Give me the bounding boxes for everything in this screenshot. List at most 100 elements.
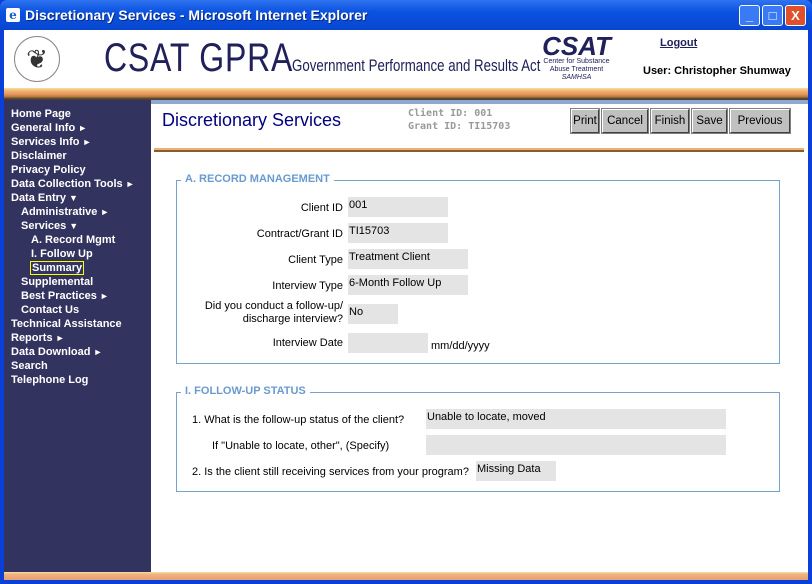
follow-up-status-section: I. FOLLOW-UP STATUS 1. What is the follo… bbox=[176, 385, 780, 492]
blue-divider bbox=[151, 100, 808, 104]
sidebar-item-label: Services bbox=[21, 220, 67, 232]
sidebar-item-data-collection-tools[interactable]: Data Collection Tools ► bbox=[11, 178, 135, 190]
sidebar-item-label: Contact Us bbox=[21, 304, 80, 316]
sidebar-item-label: Reports bbox=[11, 332, 53, 344]
csat-logo-name: CSAT bbox=[542, 31, 611, 61]
grant-id-info: Grant ID: TI15703 bbox=[408, 121, 511, 132]
brand-subtitle: Government Performance and Results Act bbox=[292, 56, 541, 75]
sidebar-item-telephone-log[interactable]: Telephone Log bbox=[11, 374, 88, 386]
grant-id-field[interactable]: TI15703 bbox=[348, 223, 448, 243]
sidebar-item-i-follow-up[interactable]: I. Follow Up bbox=[31, 248, 93, 260]
conducted-field[interactable]: No bbox=[348, 304, 398, 324]
sidebar-item-data-entry[interactable]: Data Entry ▼ bbox=[11, 192, 78, 204]
client-id-label: Client ID bbox=[300, 202, 343, 214]
submenu-arrow-icon: ► bbox=[55, 333, 65, 343]
sidebar-item-label: Best Practices bbox=[21, 290, 97, 302]
specify-field[interactable] bbox=[426, 435, 726, 455]
cancel-button[interactable]: Cancel bbox=[601, 108, 649, 134]
expanded-arrow-icon: ▼ bbox=[69, 221, 79, 231]
submenu-arrow-icon: ► bbox=[82, 137, 92, 147]
ie-icon: e bbox=[6, 8, 20, 22]
q1-label: 1. What is the follow-up status of the c… bbox=[192, 414, 405, 426]
interview-type-field[interactable]: 6-Month Follow Up bbox=[348, 275, 468, 295]
client-type-field[interactable]: Treatment Client bbox=[348, 249, 468, 269]
sidebar-item-general-info[interactable]: General Info ► bbox=[11, 122, 87, 134]
label-line: Did you conduct a follow-up/ bbox=[204, 300, 343, 312]
sidebar-item-label: Disclaimer bbox=[11, 150, 67, 162]
csat-logo-line: Abuse Treatment bbox=[549, 66, 604, 73]
window-title: Discretionary Services - Microsoft Inter… bbox=[25, 7, 368, 23]
sidebar-item-services-info[interactable]: Services Info ► bbox=[11, 136, 91, 148]
minimize-button[interactable]: _ bbox=[739, 5, 760, 26]
label-line: discharge interview? bbox=[242, 313, 343, 325]
footer-divider bbox=[4, 572, 808, 580]
interview-date-field[interactable] bbox=[348, 333, 428, 353]
record-management-section: A. RECORD MANAGEMENT Client ID 001 Contr… bbox=[176, 173, 780, 364]
save-button[interactable]: Save bbox=[691, 108, 728, 134]
sidebar-item-summary[interactable]: Summary bbox=[29, 261, 85, 275]
site-header: ❦ CSAT GPRA Government Performance and R… bbox=[4, 30, 808, 88]
sidebar-item-data-download[interactable]: Data Download ► bbox=[11, 346, 102, 358]
sidebar-item-services[interactable]: Services ▼ bbox=[21, 220, 78, 232]
sidebar-item-home-page[interactable]: Home Page bbox=[11, 108, 71, 120]
sidebar-item-disclaimer[interactable]: Disclaimer bbox=[11, 150, 67, 162]
sidebar-item-administrative[interactable]: Administrative ► bbox=[21, 206, 109, 218]
expanded-arrow-icon: ▼ bbox=[69, 193, 78, 203]
interview-date-label: Interview Date bbox=[272, 337, 343, 349]
csat-logo-line: SAMHSA bbox=[561, 74, 592, 81]
page-title: Discretionary Services bbox=[162, 110, 342, 130]
grant-id-label: Contract/Grant ID bbox=[256, 228, 343, 240]
sidebar-item-supplemental[interactable]: Supplemental bbox=[21, 276, 93, 288]
sidebar-item-contact-us[interactable]: Contact Us bbox=[21, 304, 79, 316]
q1b-label: If "Unable to locate, other", (Specify) bbox=[212, 440, 390, 452]
submenu-arrow-icon: ► bbox=[125, 179, 135, 189]
submenu-arrow-icon: ► bbox=[78, 123, 88, 133]
sidebar-item-label: Data Download bbox=[11, 346, 91, 358]
sidebar-item-technical-assistance[interactable]: Technical Assistance bbox=[11, 318, 122, 330]
header-divider bbox=[4, 88, 808, 100]
sidebar-item-search[interactable]: Search bbox=[11, 360, 48, 372]
finish-button[interactable]: Finish bbox=[650, 108, 690, 134]
client-id-info: Client ID: 001 bbox=[408, 108, 493, 119]
csat-logo-line: Center for Substance bbox=[543, 58, 610, 65]
sidebar-item-label: Administrative bbox=[21, 206, 98, 218]
user-label: User: Christopher Shumway bbox=[643, 65, 791, 77]
brand-title: CSAT GPRA bbox=[104, 36, 294, 80]
hhs-seal-logo: ❦ bbox=[14, 36, 60, 82]
sidebar-item-label: Services Info bbox=[11, 136, 80, 148]
print-button[interactable]: Print bbox=[570, 108, 600, 134]
sidebar-item-label: Supplemental bbox=[21, 276, 94, 288]
sidebar-item-label: General Info bbox=[11, 122, 76, 134]
sidebar-item-reports[interactable]: Reports ► bbox=[11, 332, 64, 344]
sidebar-item-privacy-policy[interactable]: Privacy Policy bbox=[11, 164, 86, 176]
conducted-label: Did you conduct a follow-up/discharge in… bbox=[205, 300, 343, 326]
section-legend: A. RECORD MANAGEMENT bbox=[181, 173, 334, 185]
client-type-label: Client Type bbox=[288, 254, 343, 266]
interview-type-label: Interview Type bbox=[272, 280, 343, 292]
submenu-arrow-icon: ► bbox=[99, 291, 109, 301]
sidebar-item-label: Data Collection Tools bbox=[11, 178, 123, 190]
sidebar-item-label: Telephone Log bbox=[11, 374, 89, 386]
sidebar-item-label: A. Record Mgmt bbox=[31, 234, 116, 246]
receiving-services-field[interactable]: Missing Data bbox=[476, 461, 556, 481]
submenu-arrow-icon: ► bbox=[100, 207, 110, 217]
title-bar: e Discretionary Services - Microsoft Int… bbox=[0, 0, 812, 30]
follow-up-status-field[interactable]: Unable to locate, moved bbox=[426, 409, 726, 429]
sidebar-item-label: Data Entry bbox=[11, 192, 67, 204]
sidebar-item-best-practices[interactable]: Best Practices ► bbox=[21, 290, 109, 302]
client-id-field[interactable]: 001 bbox=[348, 197, 448, 217]
submenu-arrow-icon: ► bbox=[93, 347, 103, 357]
previous-button[interactable]: Previous bbox=[729, 108, 791, 134]
close-button[interactable]: X bbox=[785, 5, 806, 26]
sidebar-item-a-record-mgmt[interactable]: A. Record Mgmt bbox=[31, 234, 115, 246]
sidebar-item-label: Technical Assistance bbox=[11, 318, 122, 330]
date-format-hint: mm/dd/yyyy bbox=[431, 340, 490, 352]
q2-label: 2. Is the client still receiving service… bbox=[192, 466, 469, 478]
sidebar-item-label: Home Page bbox=[11, 108, 71, 120]
browser-content: ❦ CSAT GPRA Government Performance and R… bbox=[4, 30, 808, 580]
sidebar-item-label: Privacy Policy bbox=[11, 164, 86, 176]
sidebar-item-label: I. Follow Up bbox=[31, 248, 93, 260]
maximize-button[interactable]: □ bbox=[762, 5, 783, 26]
logout-link[interactable]: Logout bbox=[660, 37, 697, 49]
sidebar-item-label: Search bbox=[11, 360, 48, 372]
